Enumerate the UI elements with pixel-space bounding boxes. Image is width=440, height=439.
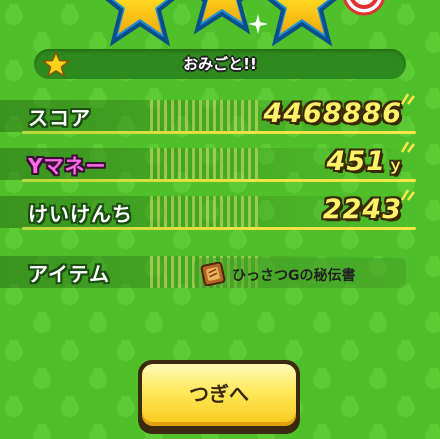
row-stripe: [150, 148, 260, 180]
ymoney-label: Yマネー: [28, 154, 107, 178]
sparkle-icon: [400, 189, 415, 201]
row-stripe: [150, 100, 260, 132]
row-underline: [22, 227, 416, 230]
next-button[interactable]: つぎへ: [138, 360, 300, 434]
item-name: ひっさつGの秘伝書: [232, 268, 356, 284]
next-button-label: つぎへ: [189, 382, 249, 406]
result-row-score: スコア 4468886: [0, 93, 440, 140]
exp-label: けいけんち: [28, 202, 133, 226]
item-label: アイテム: [28, 262, 110, 286]
banner-title: おみごと!!: [183, 55, 257, 73]
row-underline: [22, 131, 416, 134]
sparkle-icon: [400, 93, 415, 105]
exp-value: 2243: [322, 194, 402, 225]
sparkle-icon: [400, 141, 415, 153]
star-icon: [267, 0, 337, 47]
row-stripe: [150, 196, 260, 228]
scroll-book-icon: [200, 262, 226, 286]
ymoney-value: 451 ｙ: [326, 146, 404, 177]
row-underline: [22, 179, 416, 182]
rank-badge-icon: [343, 0, 385, 16]
score-label: スコア: [28, 106, 91, 130]
star-icon: [105, 0, 175, 47]
result-row-ymoney: Yマネー 451 ｙ: [0, 141, 440, 188]
star-icon: [193, 0, 251, 35]
sparkle-icon: [248, 14, 268, 34]
result-row-exp: けいけんち 2243: [0, 189, 440, 236]
result-banner: おみごと!!: [34, 49, 406, 79]
score-value: 4468886: [263, 98, 402, 129]
